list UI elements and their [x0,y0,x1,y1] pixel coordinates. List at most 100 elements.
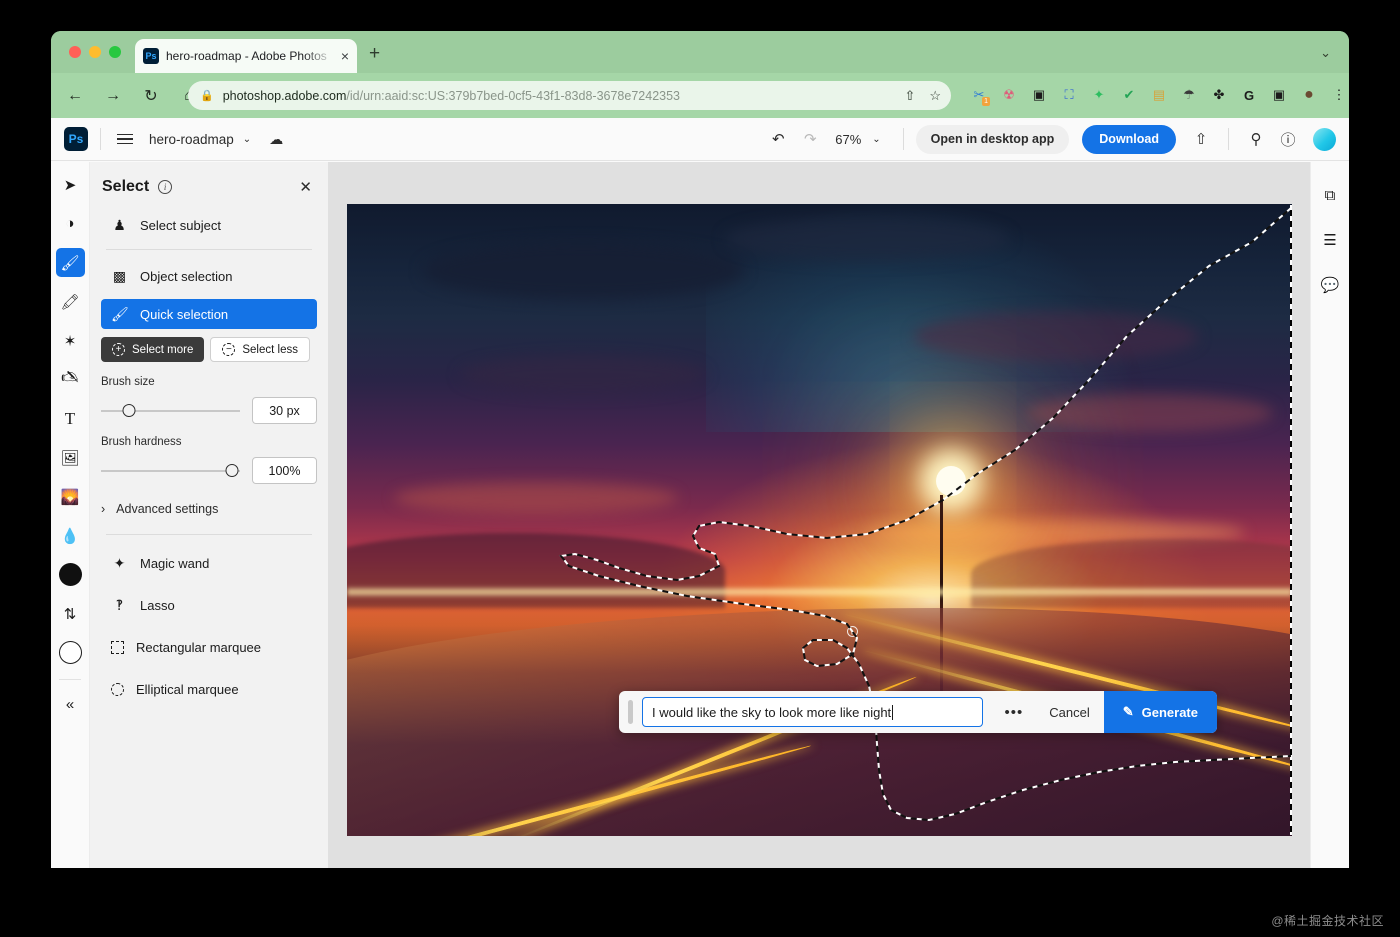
notebook-extension-icon[interactable]: ▤ [1146,81,1172,109]
adjustment-tool[interactable]: ◑ [56,209,85,238]
close-panel-icon[interactable]: ✕ [299,178,312,196]
quick-selection-tool[interactable]: 🖌 [56,248,85,277]
brush-hardness-knob[interactable] [225,464,238,477]
right-panels-rail: ⧉ ☰ 💬 [1310,162,1349,868]
healing-brush-tool[interactable]: 🖍 [56,287,85,316]
cloud-dark-1 [423,242,744,299]
shield-pink-extension-icon[interactable]: ☢ [996,81,1022,109]
canvas-area[interactable]: I would like the sky to look more like n… [329,162,1310,868]
artboard[interactable] [347,204,1292,836]
elliptical-marquee-item[interactable]: Elliptical marquee [101,672,317,706]
adjustments-panel-icon[interactable]: ☰ [1317,227,1343,253]
advanced-settings-toggle[interactable]: › Advanced settings [90,496,328,516]
add-image-tool[interactable]: 🌄 [56,482,85,511]
comments-panel-icon[interactable]: 💬 [1317,272,1343,298]
scissors-extension-icon[interactable]: ✂1 [966,81,992,109]
type-tool[interactable]: T [56,404,85,433]
profile-avatar-icon[interactable]: ● [1296,81,1322,109]
brush-hardness-row: 100% [90,457,328,484]
brush-hardness-value[interactable]: 100% [252,457,317,484]
info-icon[interactable]: i [158,180,172,194]
header-divider [100,128,101,150]
prompt-input[interactable]: I would like the sky to look more like n… [642,697,983,727]
background-color-swatch[interactable] [56,638,85,667]
eyedropper-tool[interactable]: 💧 [56,521,85,550]
object-selection-item[interactable]: ▩ Object selection [101,261,317,291]
new-tab-button[interactable]: + [369,44,380,63]
magic-wand-item[interactable]: ✦ Magic wand [101,546,317,580]
photoshop-logo-icon[interactable]: Ps [64,127,88,151]
document-menu-chevron-icon[interactable]: ⌄ [243,134,251,145]
photoshop-favicon-icon: Ps [143,48,159,64]
sidebar-toggle-icon[interactable]: ▣ [1266,81,1292,109]
brush-hardness-slider[interactable] [101,470,240,472]
layers-panel-icon[interactable]: ⧉ [1317,182,1343,208]
green-check-extension-icon[interactable]: ✔ [1116,81,1142,109]
app-menu-button[interactable] [113,134,137,145]
spot-heal-tool[interactable]: ✶ [56,326,85,355]
undo-button[interactable]: ↶ [763,124,793,154]
advanced-settings-label: Advanced settings [116,502,218,516]
reload-button[interactable]: ↻ [139,84,163,108]
puzzle-extensions-icon[interactable]: ✤ [1206,81,1232,109]
magic-wand-icon: ✦ [111,555,128,572]
drag-handle[interactable] [628,700,633,724]
select-subject-item[interactable]: ♟ Select subject [101,210,317,240]
brush-cursor [847,626,858,637]
quick-selection-item[interactable]: 🖌 Quick selection [101,299,317,329]
blue-shield-extension-icon[interactable]: ⛶ [1056,81,1082,109]
more-options-button[interactable]: ••• [992,704,1035,721]
download-button[interactable]: Download [1082,125,1176,154]
forward-button[interactable]: → [101,84,125,108]
rectangular-marquee-label: Rectangular marquee [136,640,261,655]
globe-extension-icon[interactable]: ☂ [1176,81,1202,109]
close-window-button[interactable] [69,46,81,58]
brush-size-value[interactable]: 30 px [252,397,317,424]
select-less-button[interactable]: − Select less [210,337,310,362]
move-tool[interactable]: ➤ [56,170,85,199]
brush-size-knob[interactable] [122,404,135,417]
zoom-chevron-icon[interactable]: ⌄ [872,134,880,145]
text-caret [892,705,893,720]
share-button[interactable]: ⇧ [1186,124,1216,154]
brush-tool[interactable]: 🖎 [56,365,85,394]
close-tab-icon[interactable]: × [341,49,349,63]
bookmark-star-icon[interactable]: ☆ [929,88,941,104]
edit-image-tool[interactable]: 🖼 [56,443,85,472]
redo-button[interactable]: ↷ [795,124,825,154]
share-page-icon[interactable]: ⇧ [904,88,915,104]
generate-button[interactable]: ✎ Generate [1104,691,1217,733]
maximize-window-button[interactable] [109,46,121,58]
foreground-color-swatch[interactable] [56,560,85,589]
collapse-rail-icon[interactable]: « [56,690,85,719]
app-body: ➤ ◑ 🖌 🖍 ✶ 🖎 T 🖼 🌄 💧 ⇅ « [51,162,1349,868]
lasso-item[interactable]: ‽ Lasso [101,588,317,622]
google-account-icon[interactable]: G [1236,81,1262,109]
window-controls[interactable] [69,46,121,58]
minimize-window-button[interactable] [89,46,101,58]
browser-window: Ps hero-roadmap - Adobe Photos × + ⌄ ← →… [51,31,1349,868]
url-path: /id/urn:aaid:sc:US:379b7bed-0cf5-43f1-83… [346,89,680,103]
address-bar[interactable]: 🔒 photoshop.adobe.com/id/urn:aaid:sc:US:… [188,81,951,110]
rectangular-marquee-item[interactable]: Rectangular marquee [101,630,317,664]
picture-in-picture-icon[interactable]: ▣ [1026,81,1052,109]
browser-tab[interactable]: Ps hero-roadmap - Adobe Photos × [135,39,357,73]
selection-mode-toggle: + Select more − Select less [101,337,317,362]
generative-fill-prompt-bar[interactable]: I would like the sky to look more like n… [619,691,1217,733]
cancel-button[interactable]: Cancel [1035,705,1103,720]
select-more-button[interactable]: + Select more [101,337,204,362]
tab-list-chevron-icon[interactable]: ⌄ [1320,45,1331,61]
swap-colors-icon[interactable]: ⇅ [56,599,85,628]
brush-size-slider[interactable] [101,410,240,412]
extensions-area: ✂1 ☢ ▣ ⛶ ✦ ✔ ▤ ☂ ✤ G ▣ ● ⋮ [966,81,1349,109]
search-button[interactable]: ⚲ [1241,124,1271,154]
help-button[interactable]: ⓘ [1273,124,1303,154]
select-more-label: Select more [132,344,193,356]
extension-badge: 1 [982,97,990,106]
cloud-pink-1 [1027,394,1273,432]
back-button[interactable]: ← [63,84,87,108]
open-in-desktop-button[interactable]: Open in desktop app [916,125,1070,154]
evernote-extension-icon[interactable]: ✦ [1086,81,1112,109]
user-avatar[interactable] [1313,128,1336,151]
chrome-menu-icon[interactable]: ⋮ [1326,81,1349,109]
